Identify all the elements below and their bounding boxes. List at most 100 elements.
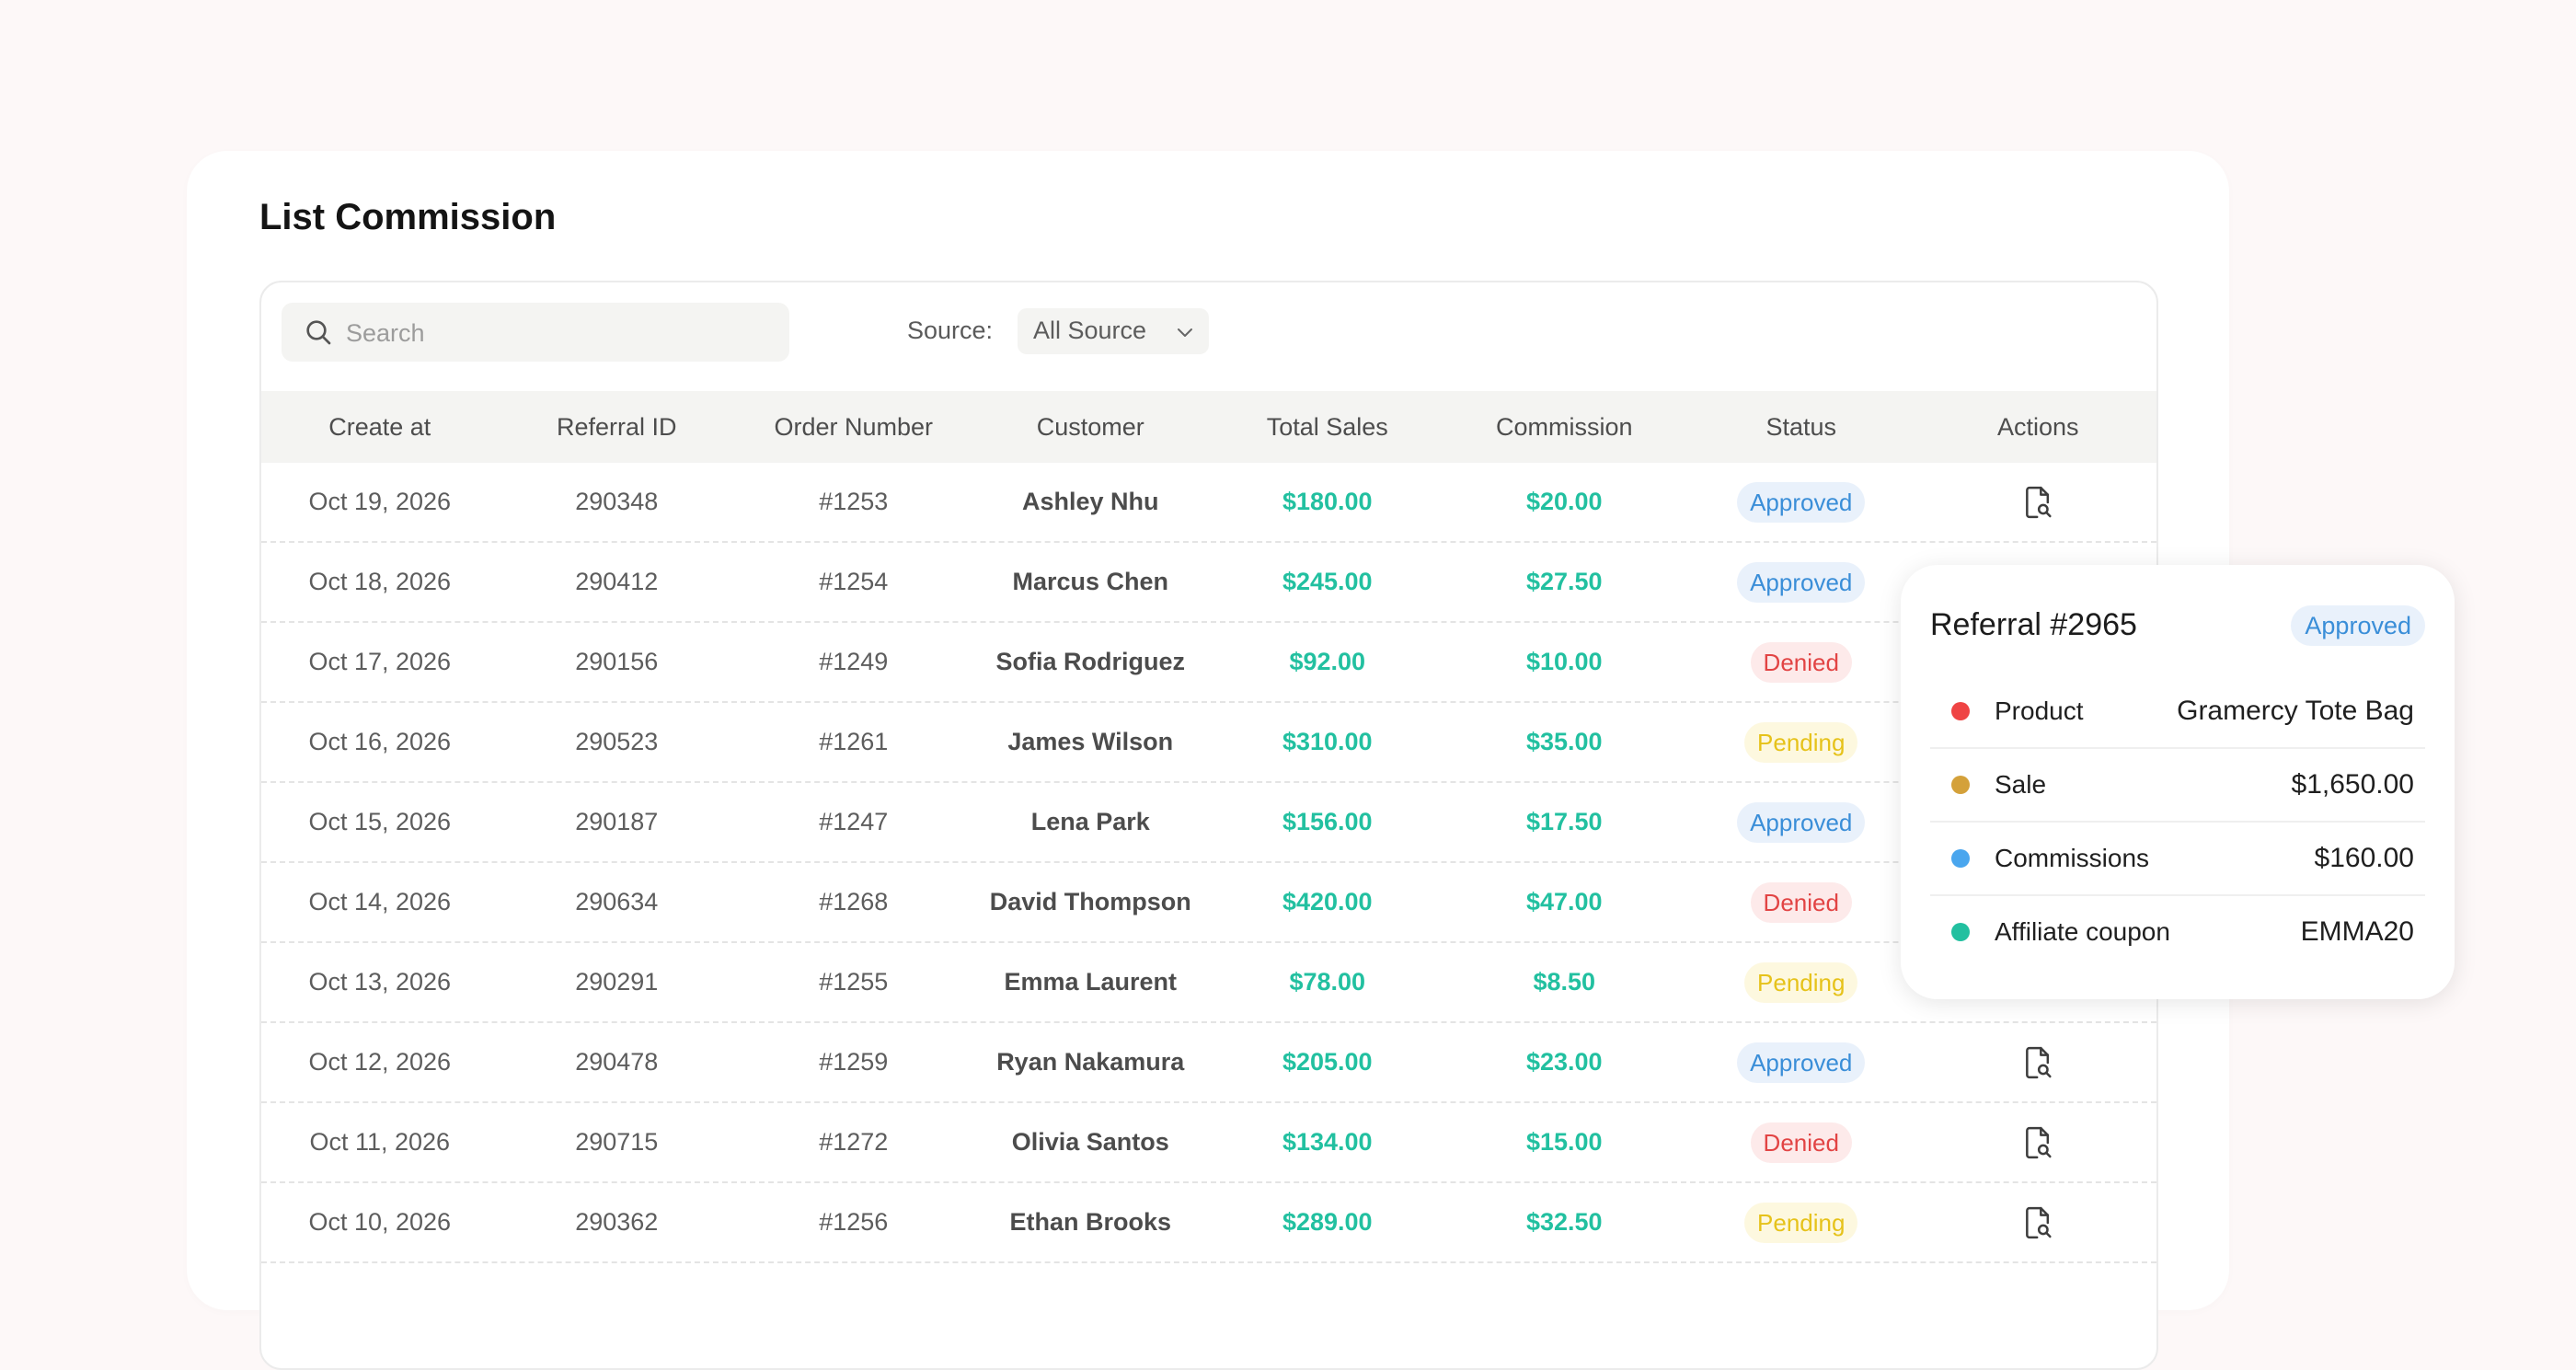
commission-cell: $10.00: [1525, 648, 1603, 675]
document-search-icon[interactable]: [2019, 1204, 2056, 1241]
table-row[interactable]: Oct 18, 2026 290412 #1254 Marcus Chen $245.0…: [261, 543, 2156, 623]
column-header-referral-id[interactable]: Referral ID: [499, 391, 736, 463]
status-badge: Pending: [1744, 1202, 1858, 1243]
document-search-icon[interactable]: [2019, 1124, 2056, 1161]
total-sales-cell: $180.00: [1282, 488, 1373, 515]
popup-label: Product: [1995, 697, 2084, 725]
status-badge: Approved: [1737, 481, 1866, 523]
order-number-cell: #1249: [819, 648, 889, 675]
actions-cell: [1920, 1183, 2157, 1261]
total-sales-cell: $78.00: [1289, 968, 1366, 996]
status-cell: Pending: [1683, 1183, 1920, 1261]
popup-row-commissions: Commissions $160.00: [1930, 823, 2425, 896]
customer-cell: Ryan Nakamura: [996, 1048, 1185, 1076]
customer-cell: Sofia Rodriguez: [995, 648, 1185, 675]
total-sales-cell: $420.00: [1282, 888, 1373, 915]
commission-cell: $27.50: [1525, 568, 1603, 595]
order-number-cell: #1256: [819, 1208, 889, 1236]
popup-row-affiliate-coupon: Affiliate coupon EMMA20: [1930, 896, 2425, 968]
table-row[interactable]: Oct 12, 2026 290478 #1259 Ryan Nakamura $205…: [261, 1023, 2156, 1103]
order-number-cell: #1272: [819, 1128, 889, 1156]
status-badge: Approved: [1737, 1042, 1866, 1083]
status-cell: Pending: [1683, 703, 1920, 781]
referral-id-cell: 290187: [575, 808, 659, 835]
table-row[interactable]: Oct 15, 2026 290187 #1247 Lena Park $156.00 $…: [261, 783, 2156, 863]
referral-detail-popup: Referral #2965 Approved Product Gramercy…: [1901, 565, 2455, 999]
referral-id-cell: 290348: [575, 488, 659, 515]
document-search-icon[interactable]: [2019, 484, 2056, 521]
referral-id-cell: 290523: [575, 728, 659, 755]
created-at-cell: Oct 17, 2026: [308, 648, 452, 675]
referral-id-cell: 290412: [575, 568, 659, 595]
source-dropdown[interactable]: All Source: [1018, 308, 1209, 354]
created-at-cell: Oct 19, 2026: [308, 488, 452, 515]
referral-id-cell: 290478: [575, 1048, 659, 1076]
column-header-total-sales[interactable]: Total Sales: [1209, 391, 1446, 463]
document-search-icon[interactable]: [2019, 1044, 2056, 1081]
total-sales-cell: $92.00: [1289, 648, 1366, 675]
chevron-down-icon: [1178, 328, 1192, 337]
status-badge: Approved: [1737, 801, 1866, 843]
search-box[interactable]: [282, 303, 789, 363]
status-cell: Approved: [1683, 463, 1920, 541]
table-row[interactable]: Oct 13, 2026 290291 #1255 Emma Laurent $78.0…: [261, 943, 2156, 1023]
status-badge: Denied: [1750, 641, 1852, 683]
created-at-cell: Oct 12, 2026: [308, 1048, 452, 1076]
referral-id-cell: 290291: [575, 968, 659, 996]
table-row[interactable]: Oct 14, 2026 290634 #1268 David Thompson $42…: [261, 863, 2156, 943]
table-row[interactable]: Oct 17, 2026 290156 #1249 Sofia Rodriguez $9…: [261, 623, 2156, 703]
popup-value: $160.00: [2314, 843, 2414, 873]
status-badge: Denied: [1750, 881, 1852, 923]
commission-cell: $35.00: [1525, 728, 1603, 755]
customer-cell: Emma Laurent: [1004, 968, 1178, 996]
commission-cell: $8.50: [1533, 968, 1596, 996]
table-row[interactable]: Oct 19, 2026 290348 #1253 Ashley Nhu $180.00…: [261, 463, 2156, 543]
popup-status-badge: Approved: [2291, 605, 2425, 646]
column-header-actions: Actions: [1996, 412, 2079, 441]
status-badge: Denied: [1750, 1122, 1852, 1163]
referral-id-cell: 290156: [575, 648, 659, 675]
commission-table: Source: All Source Create at Referral ID…: [259, 281, 2158, 1370]
customer-cell: Marcus Chen: [1012, 568, 1169, 595]
customer-cell: Ashley Nhu: [1021, 488, 1159, 515]
customer-cell: David Thompson: [989, 888, 1191, 915]
created-at-cell: Oct 11, 2026: [309, 1128, 451, 1156]
order-number-cell: #1247: [819, 808, 889, 835]
search-input[interactable]: [344, 303, 771, 363]
order-number-cell: #1254: [819, 568, 889, 595]
column-header-customer[interactable]: Customer: [972, 391, 1210, 463]
referral-id-cell: 290362: [575, 1208, 659, 1236]
created-at-cell: Oct 16, 2026: [308, 728, 452, 755]
actions-cell: [1920, 1023, 2157, 1101]
status-cell: Approved: [1683, 1023, 1920, 1101]
search-icon: [306, 320, 331, 345]
referral-id-cell: 290715: [575, 1128, 659, 1156]
customer-cell: Ethan Brooks: [1009, 1208, 1172, 1236]
column-header-create-at[interactable]: Create at: [261, 391, 499, 463]
created-at-cell: Oct 10, 2026: [308, 1208, 452, 1236]
commission-cell: $47.00: [1525, 888, 1603, 915]
created-at-cell: Oct 13, 2026: [308, 968, 452, 996]
status-badge: Approved: [1737, 561, 1866, 603]
commission-cell: $23.00: [1525, 1048, 1603, 1076]
created-at-cell: Oct 14, 2026: [308, 888, 452, 915]
order-number-cell: #1259: [819, 1048, 889, 1076]
status-cell: Denied: [1683, 1103, 1920, 1181]
coupon-dot-icon: [1951, 923, 1970, 941]
customer-cell: Lena Park: [1030, 808, 1150, 835]
commission-cell: $15.00: [1525, 1128, 1603, 1156]
total-sales-cell: $245.00: [1282, 568, 1373, 595]
actions-cell: [1920, 463, 2157, 541]
table-body: Oct 19, 2026 290348 #1253 Ashley Nhu $180.00…: [261, 463, 2156, 1263]
popup-row-sale: Sale $1,650.00: [1930, 749, 2425, 823]
popup-label: Sale: [1995, 770, 2047, 799]
commission-cell: $20.00: [1525, 488, 1603, 515]
status-cell: Denied: [1683, 863, 1920, 941]
column-header-commission[interactable]: Commission: [1446, 391, 1684, 463]
table-row[interactable]: Oct 16, 2026 290523 #1261 James Wilson $310.…: [261, 703, 2156, 783]
table-header: Create at Referral ID Order Number Custo…: [261, 391, 2156, 463]
created-at-cell: Oct 15, 2026: [308, 808, 452, 835]
column-header-status[interactable]: Status: [1683, 391, 1920, 463]
column-header-order-number[interactable]: Order Number: [735, 391, 972, 463]
table-row[interactable]: Oct 11, 2026 290715 #1272 Olivia Santos $134…: [261, 1103, 2156, 1183]
